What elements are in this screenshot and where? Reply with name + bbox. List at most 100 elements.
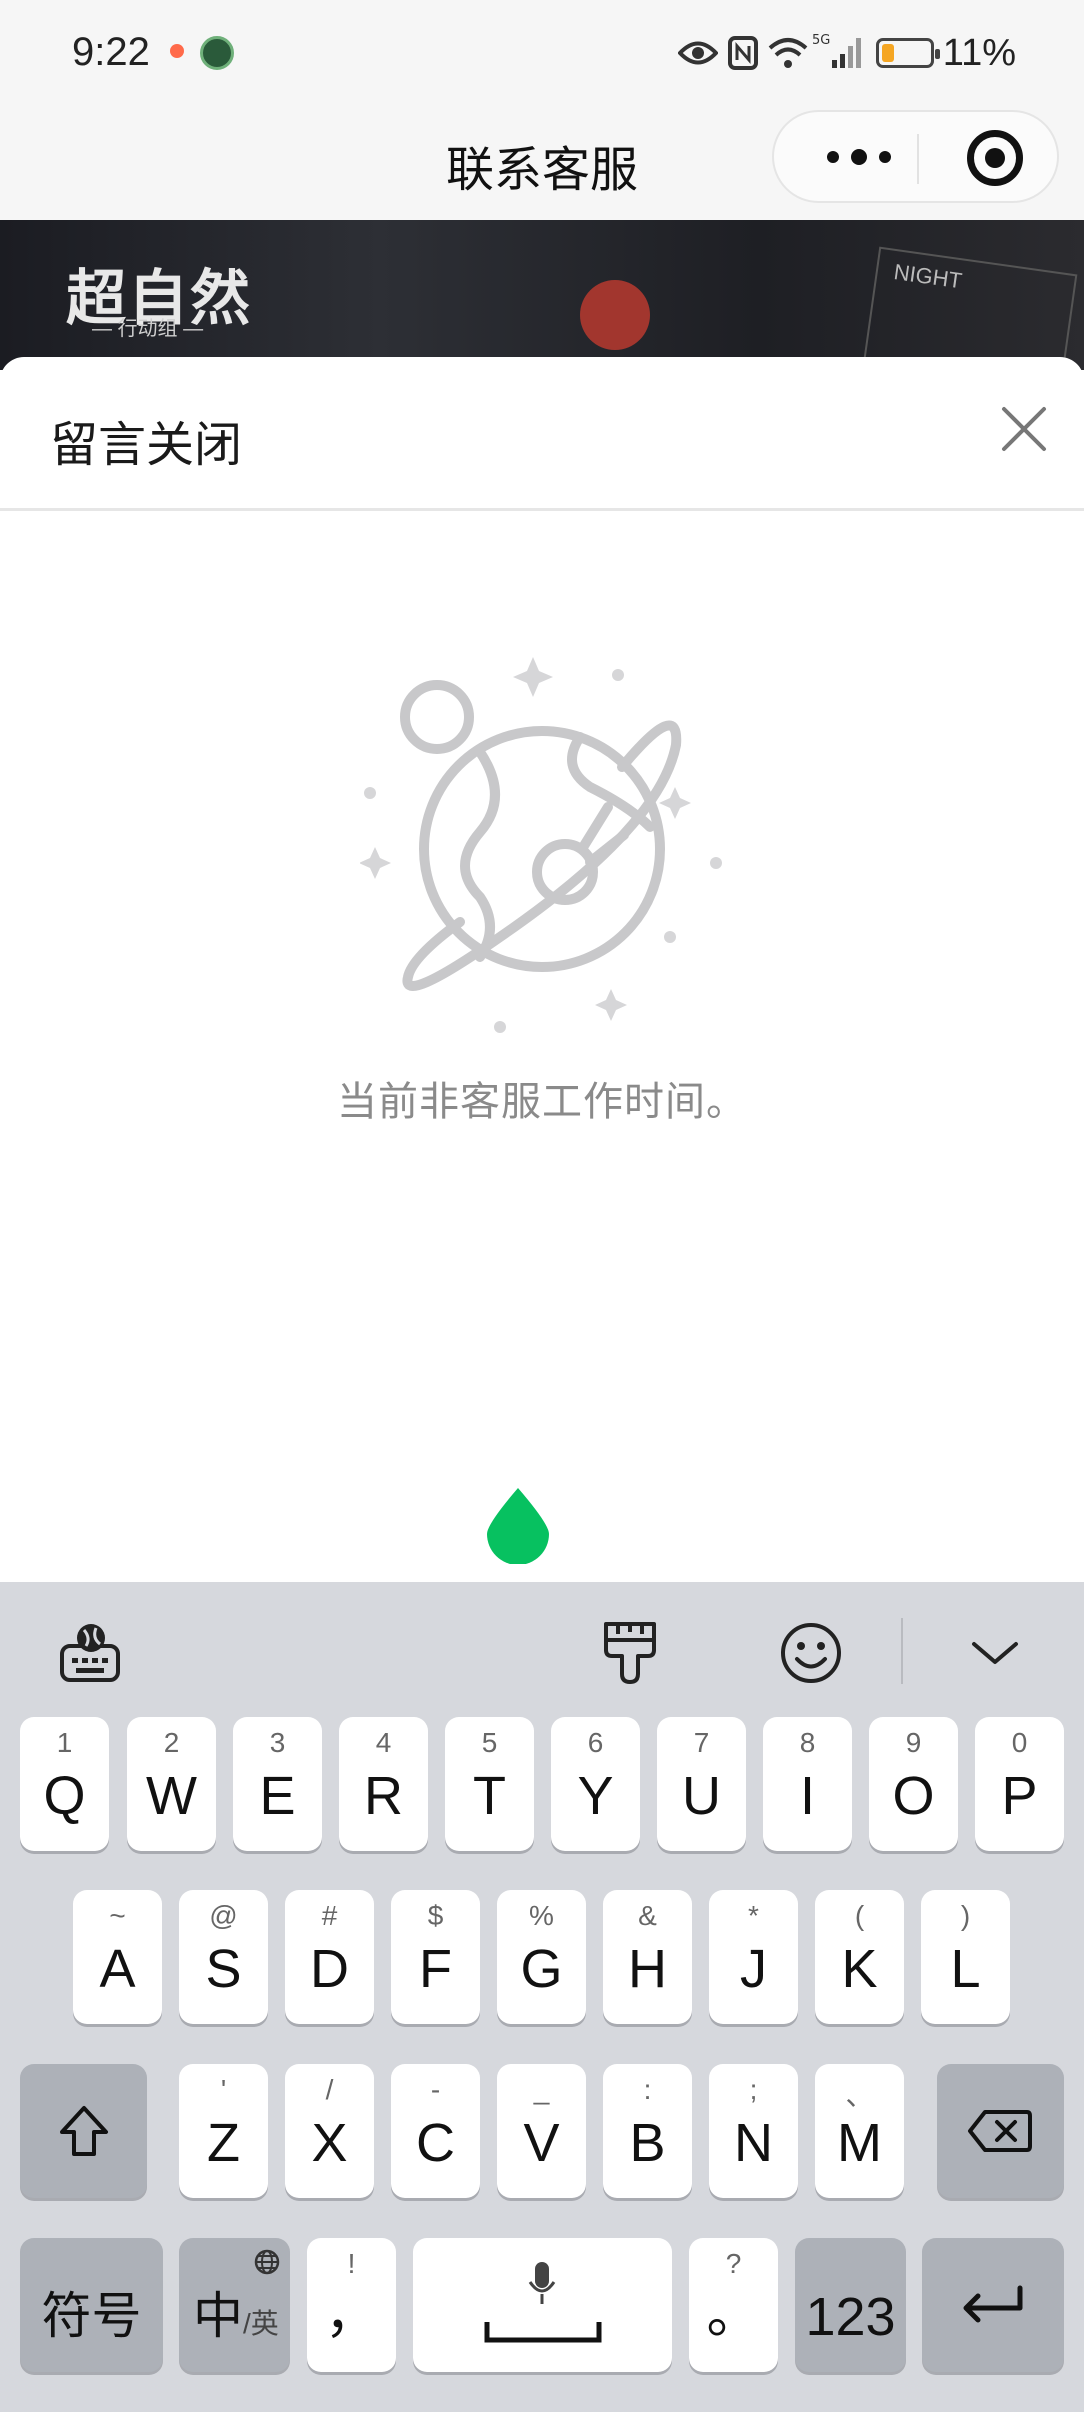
ime-keyboard: 1Q 2W 3E 4R 5T 6Y 7U 8I 9O 0P ~ A @ S # D $… <box>0 1582 1084 2412</box>
key-sub-label: # <box>321 1900 338 1931</box>
key-label: X <box>311 2113 348 2173</box>
key-sub-label: & <box>638 1900 657 1931</box>
key-sub-label: * <box>748 1900 759 1931</box>
key-sub-label: 1 <box>56 1727 73 1758</box>
message-sheet: 留言关闭 当前非客服工作时间。 <box>0 357 1084 1582</box>
space-key[interactable] <box>413 2238 672 2372</box>
key-c[interactable]: -C <box>391 2064 480 2198</box>
key-n[interactable]: ; N <box>709 2064 798 2198</box>
key-h[interactable]: & H <box>603 1890 692 2024</box>
skin-brush-icon[interactable] <box>598 1620 664 1686</box>
more-menu-button[interactable] <box>814 142 904 172</box>
key-t[interactable]: 5T <box>445 1717 534 1851</box>
close-icon[interactable] <box>994 399 1054 459</box>
header-banner: 超自然 — 行动组 — NIGHT <box>0 220 1084 370</box>
key-u[interactable]: 7U <box>657 1717 746 1851</box>
key-sub-label: 0 <box>1011 1727 1028 1758</box>
key-p[interactable]: 0P <box>975 1717 1064 1851</box>
key-label: U <box>682 1766 721 1826</box>
sheet-header: 留言关闭 <box>0 357 1084 511</box>
key-o[interactable]: 9O <box>869 1717 958 1851</box>
key-label: E <box>259 1766 296 1826</box>
key-d[interactable]: # D <box>285 1890 374 2024</box>
capsule-divider <box>917 134 919 184</box>
key-j[interactable]: * J <box>709 1890 798 2024</box>
language-switch-key[interactable]: 中/英 <box>179 2238 290 2372</box>
key-m[interactable]: 、 M <box>815 2064 904 2198</box>
key-label: I <box>799 1766 815 1826</box>
key-label: 。 <box>706 2284 761 2344</box>
key-label: Y <box>577 1766 614 1826</box>
key-e[interactable]: 3E <box>233 1717 322 1851</box>
shift-key[interactable] <box>20 2064 147 2198</box>
backspace-key[interactable] <box>937 2064 1064 2198</box>
emoji-icon[interactable] <box>778 1620 844 1686</box>
more-dot-icon <box>879 151 891 163</box>
key-b[interactable]: :B <box>603 2064 692 2198</box>
key-sub-label: 7 <box>693 1727 710 1758</box>
enter-key[interactable] <box>922 2238 1064 2372</box>
key-i[interactable]: 8I <box>763 1717 852 1851</box>
key-x[interactable]: / X <box>285 2064 374 2198</box>
key-w[interactable]: 2W <box>127 1717 216 1851</box>
key-sub-label: 4 <box>375 1727 392 1758</box>
key-y[interactable]: 6Y <box>551 1717 640 1851</box>
more-dot-icon <box>827 151 839 163</box>
key-label: A <box>99 1939 136 1999</box>
banner-card-graphic: NIGHT <box>862 246 1078 370</box>
microphone-icon <box>528 2262 556 2304</box>
key-q[interactable]: 1Q <box>20 1717 109 1851</box>
status-time: 9:22 <box>72 30 150 74</box>
key-label: W <box>146 1766 197 1826</box>
sheet-title: 留言关闭 <box>50 419 243 472</box>
lang-sub-label: /英 <box>243 2308 279 2339</box>
key-k[interactable]: (K <box>815 1890 904 2024</box>
key-f[interactable]: $ F <box>391 1890 480 2024</box>
svg-text:5G: 5G <box>812 33 830 48</box>
key-label: D <box>310 1939 349 1999</box>
key-z[interactable]: ' Z <box>179 2064 268 2198</box>
key-label: M <box>837 2113 882 2173</box>
lang-main-label: 中 <box>193 2288 243 2344</box>
key-label: Z <box>207 2113 240 2173</box>
symbols-key[interactable]: 符号 <box>20 2238 163 2372</box>
enter-icon <box>963 2285 1023 2323</box>
key-sub-label: : <box>643 2074 652 2105</box>
key-sub-label: ; <box>749 2074 758 2105</box>
text-cursor-handle-icon[interactable] <box>487 1488 549 1564</box>
key-s[interactable]: @ S <box>179 1890 268 2024</box>
key-label: H <box>628 1939 667 1999</box>
key-v[interactable]: _ V <box>497 2064 586 2198</box>
close-miniprogram-button[interactable] <box>967 130 1023 186</box>
battery-percent: 11% <box>942 32 1016 74</box>
numbers-key[interactable]: 123 <box>795 2238 906 2372</box>
key-sub-label: ( <box>854 1900 865 1931</box>
key-label: 符号 <box>41 2288 142 2344</box>
key-r[interactable]: 4R <box>339 1717 428 1851</box>
collapse-keyboard-icon[interactable] <box>962 1620 1028 1686</box>
key-label: F <box>419 1939 452 1999</box>
key-sub-label: 6 <box>587 1727 604 1758</box>
key-l[interactable]: ) L <box>921 1890 1010 2024</box>
key-a[interactable]: ~ A <box>73 1890 162 2024</box>
globe-icon <box>254 2249 280 2275</box>
key-label: V <box>523 2113 560 2173</box>
comma-key[interactable]: !， <box>307 2238 396 2372</box>
battery-icon <box>876 38 940 68</box>
key-label: O <box>892 1766 935 1826</box>
nfc-icon <box>728 36 758 70</box>
key-sub-label: % <box>529 1900 554 1931</box>
keyboard-globe-icon[interactable] <box>58 1620 124 1686</box>
key-label: P <box>1001 1766 1038 1826</box>
key-sub-label: _ <box>533 2074 550 2105</box>
key-label: K <box>841 1939 878 1999</box>
key-sub-label: $ <box>427 1900 444 1931</box>
key-sub-label: 8 <box>799 1727 816 1758</box>
banner-card-text: NIGHT <box>892 259 964 294</box>
period-key[interactable]: ?。 <box>689 2238 778 2372</box>
key-sub-label: - <box>430 2074 441 2105</box>
keyboard-toolbar <box>0 1582 1084 1722</box>
key-g[interactable]: % G <box>497 1890 586 2024</box>
5g-signal-icon: 5G <box>812 33 861 68</box>
backspace-icon <box>968 2110 1032 2152</box>
